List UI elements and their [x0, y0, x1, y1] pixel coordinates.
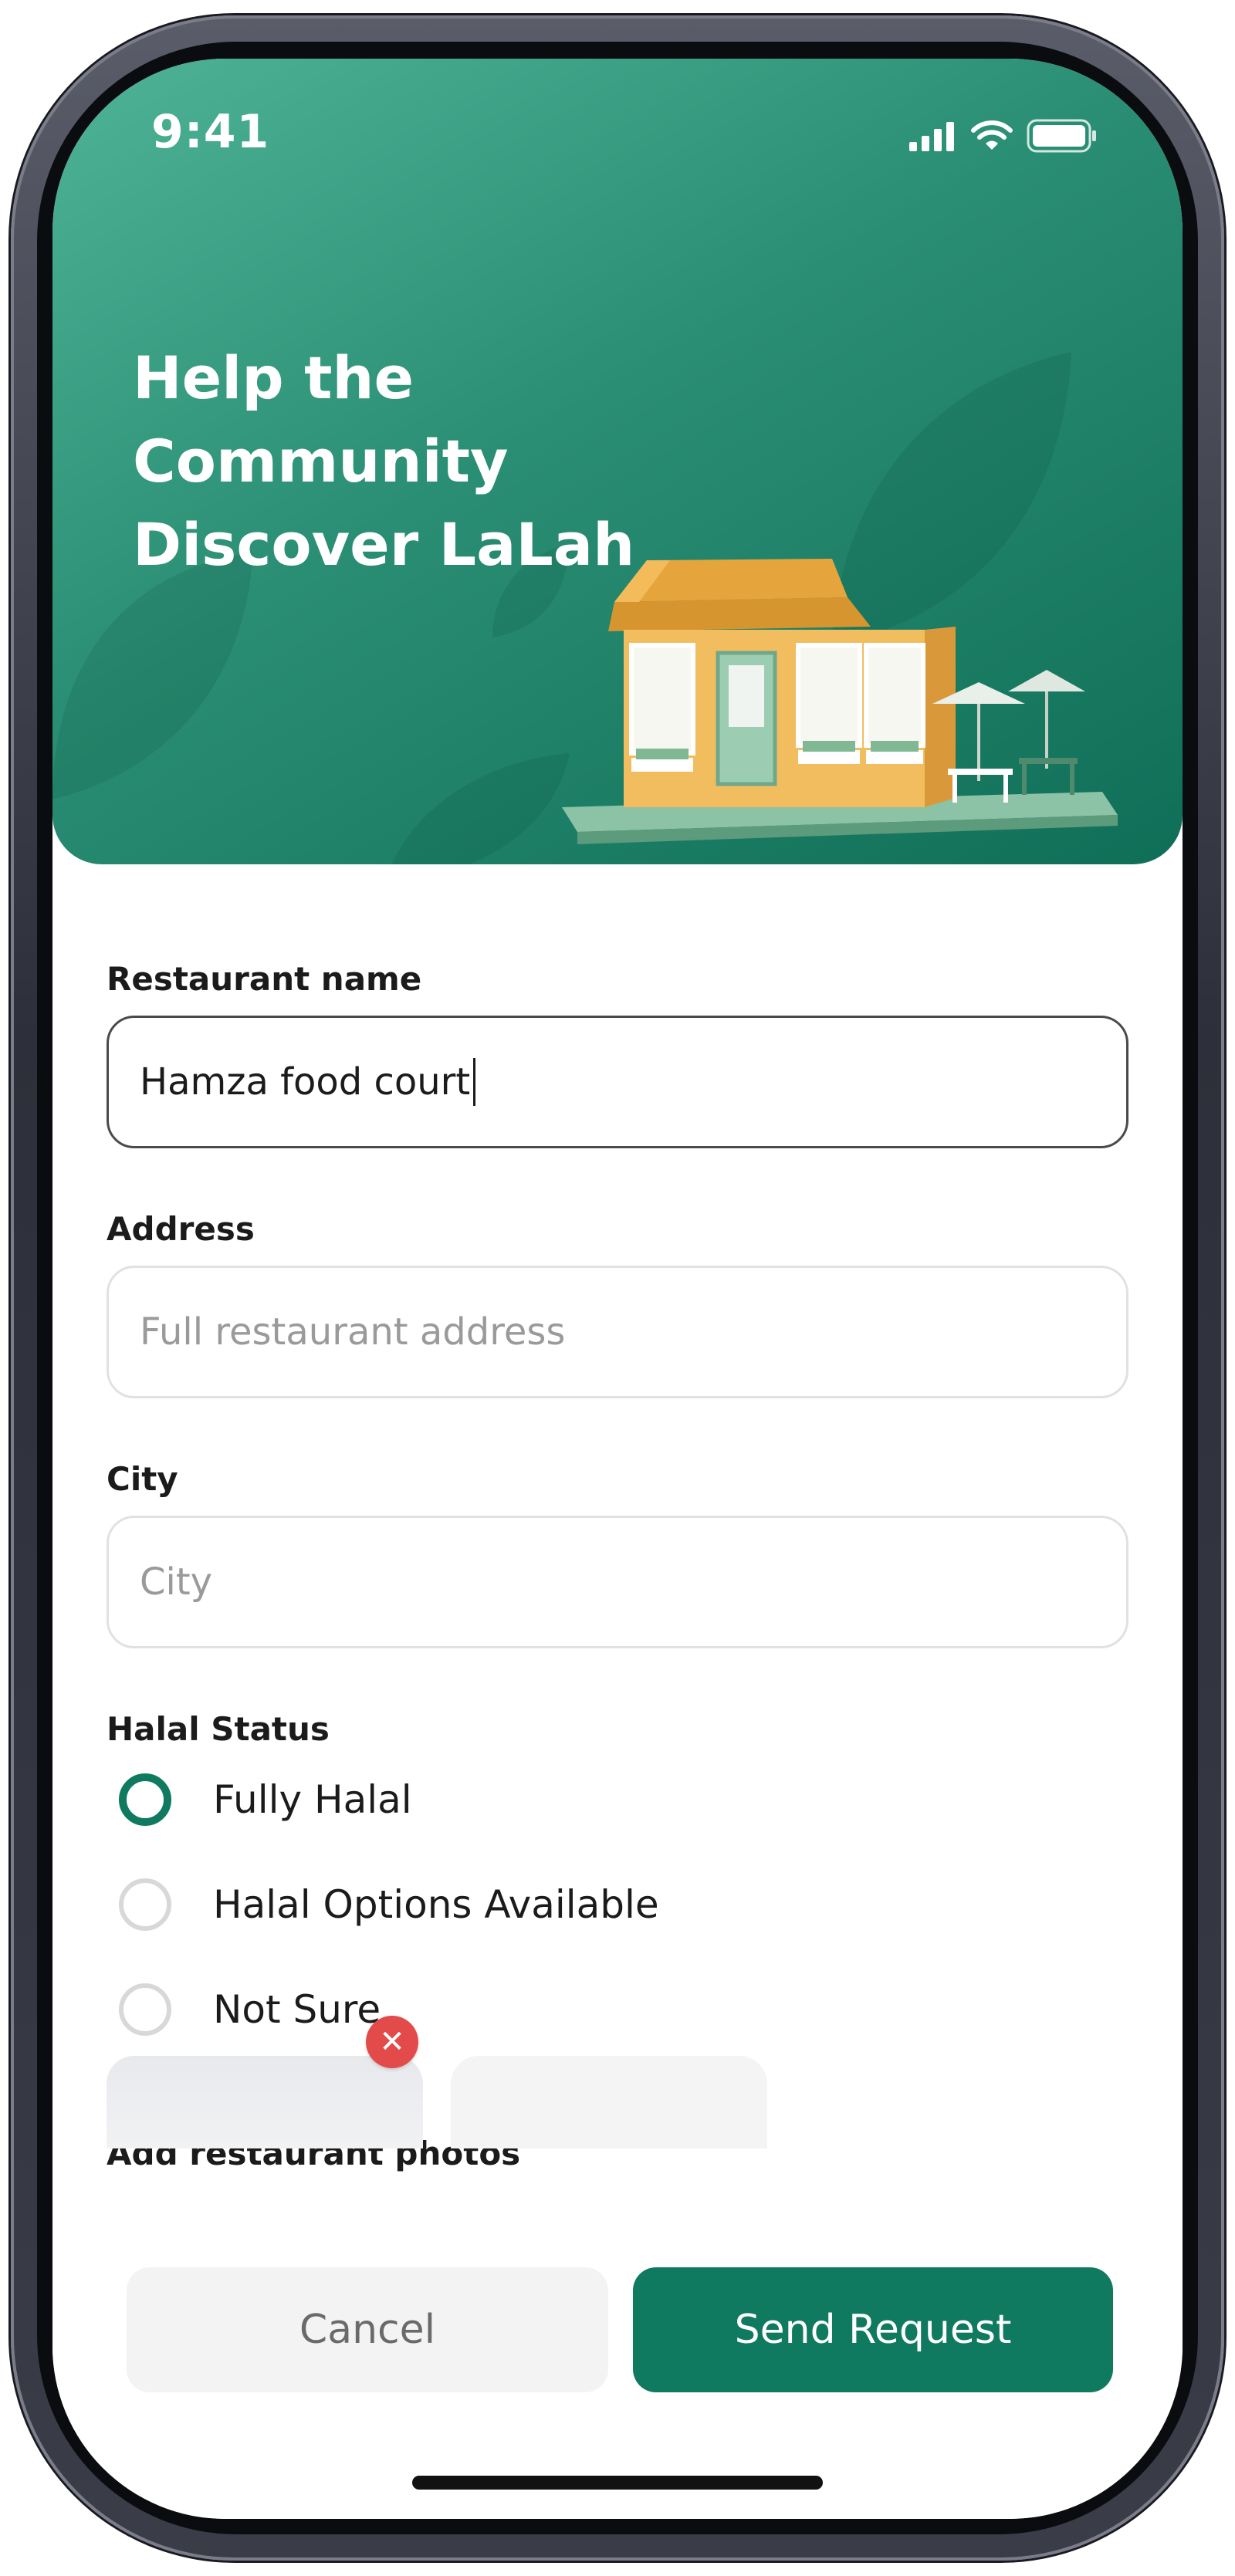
radio-selected-icon[interactable]: [119, 1773, 171, 1826]
halal-option-not-sure[interactable]: Not Sure: [119, 1983, 381, 2036]
address-label: Address: [107, 1210, 255, 1248]
restaurant-name-input[interactable]: Hamza food court: [107, 1016, 1128, 1148]
halal-option-label: Halal Options Available: [213, 1882, 659, 1927]
city-label: City: [107, 1460, 178, 1498]
text-caret: [473, 1058, 476, 1106]
halal-status-label: Halal Status: [107, 1710, 330, 1748]
hero-title: Help the Community Discover LaLah: [133, 336, 797, 587]
city-input[interactable]: City: [107, 1516, 1128, 1648]
radio-unselected-icon[interactable]: [119, 1878, 171, 1931]
hero-banner: 9:41 Help the Community Discover LaLah: [52, 59, 1183, 864]
battery-icon: [1027, 119, 1096, 153]
halal-option-options-available[interactable]: Halal Options Available: [119, 1878, 659, 1931]
cancel-button[interactable]: Cancel: [127, 2267, 608, 2392]
send-request-button[interactable]: Send Request: [633, 2267, 1113, 2392]
photo-thumbnail[interactable]: [107, 2056, 423, 2148]
city-placeholder: City: [140, 1560, 213, 1604]
add-photo-slot[interactable]: [451, 2056, 767, 2148]
restaurant-name-value: Hamza food court: [140, 1060, 471, 1104]
close-icon: ✕: [379, 2024, 405, 2060]
status-icons: [908, 119, 1098, 153]
halal-option-label: Fully Halal: [213, 1777, 412, 1822]
restaurant-name-label: Restaurant name: [107, 960, 422, 998]
remove-photo-button[interactable]: ✕: [366, 2016, 418, 2068]
wifi-icon: [971, 120, 1013, 150]
app-screen: 9:41 Help the Community Discover LaLah R…: [52, 59, 1183, 2519]
status-time: 9:41: [151, 105, 270, 159]
signal-icon: [909, 122, 954, 151]
halal-option-label: Not Sure: [213, 1987, 381, 2032]
restaurant-illustration: [562, 559, 1118, 844]
halal-option-fully-halal[interactable]: Fully Halal: [119, 1773, 412, 1826]
radio-unselected-icon[interactable]: [119, 1983, 171, 2036]
home-indicator[interactable]: [412, 2476, 823, 2490]
address-input[interactable]: Full restaurant address: [107, 1266, 1128, 1398]
address-placeholder: Full restaurant address: [140, 1310, 566, 1354]
hero-title-line: Help the Community: [133, 343, 509, 495]
